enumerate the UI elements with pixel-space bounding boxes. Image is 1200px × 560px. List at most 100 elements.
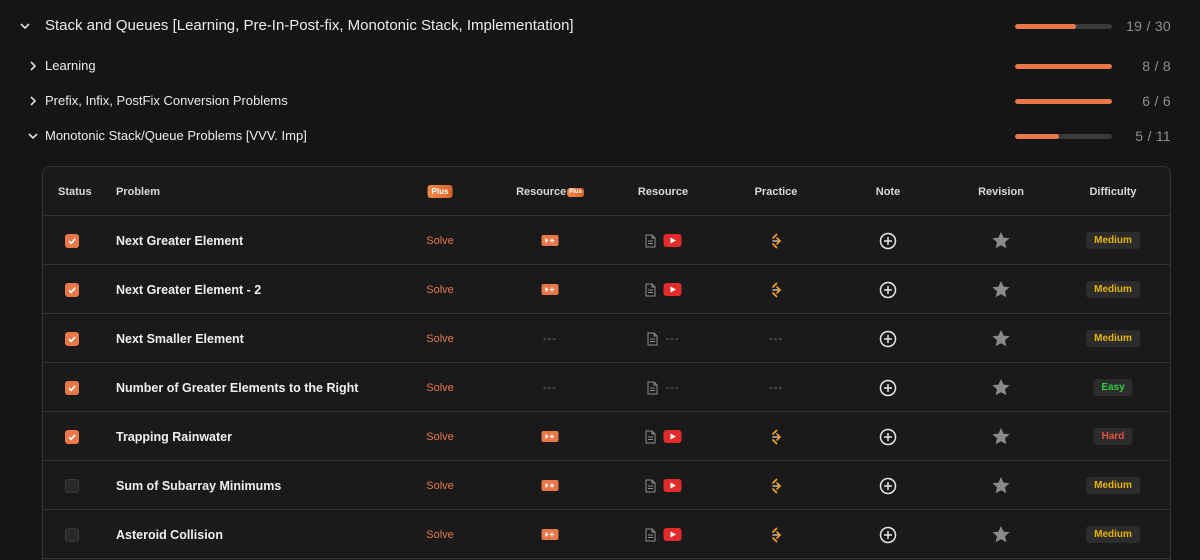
table-row: Number of Greater Elements to the Right …: [43, 363, 1170, 412]
add-note-icon[interactable]: [879, 477, 897, 495]
star-icon[interactable]: [991, 329, 1011, 348]
solve-link[interactable]: Solve: [426, 333, 454, 345]
section-stack-and-queues[interactable]: Stack and Queues [Learning, Pre-In-Post-…: [0, 14, 1200, 38]
resource-plus-cell: [541, 265, 559, 314]
plus-video-icon[interactable]: [541, 529, 559, 540]
progress-fill: [1015, 24, 1077, 29]
plus-video-icon[interactable]: [541, 235, 559, 246]
progress-fill: [1015, 134, 1060, 139]
article-icon[interactable]: [645, 234, 657, 248]
problems-table: Status Problem Plus Resource Plus Resourc…: [42, 166, 1171, 560]
plus-badge: Plus: [427, 185, 453, 198]
status-cell: [65, 412, 79, 461]
star-icon[interactable]: [991, 231, 1011, 250]
article-icon[interactable]: [645, 430, 657, 444]
problem-name[interactable]: Next Greater Element: [116, 234, 243, 248]
status-checkbox[interactable]: [65, 429, 79, 444]
revision-cell: [991, 314, 1011, 363]
problem-name[interactable]: Next Smaller Element: [116, 332, 244, 346]
article-icon[interactable]: [647, 381, 659, 395]
difficulty-badge: Medium: [1086, 330, 1140, 347]
star-icon[interactable]: [991, 427, 1011, 446]
status-checkbox[interactable]: [65, 233, 79, 248]
youtube-icon[interactable]: [663, 479, 682, 492]
plus-cell: Solve: [426, 216, 454, 265]
add-note-icon[interactable]: [879, 379, 897, 397]
difficulty-badge: Medium: [1086, 477, 1140, 494]
table-row: Next Smaller Element Solve --- --- --- M…: [43, 314, 1170, 363]
youtube-icon[interactable]: [663, 283, 682, 296]
header-note: Note: [875, 185, 901, 198]
header-resource: Resource: [637, 185, 689, 198]
difficulty-badge: Medium: [1086, 281, 1140, 298]
problem-cell: Next Greater Element - 2: [116, 265, 261, 314]
status-checkbox[interactable]: [65, 527, 79, 542]
practice-cell: ---: [769, 314, 783, 363]
problem-name[interactable]: Trapping Rainwater: [116, 430, 232, 444]
practice-icon[interactable]: [769, 527, 783, 543]
resource-cell: [645, 510, 682, 559]
star-icon[interactable]: [991, 476, 1011, 495]
add-note-icon[interactable]: [879, 428, 897, 446]
problem-name[interactable]: Next Greater Element - 2: [116, 283, 261, 297]
status-checkbox[interactable]: [65, 380, 79, 395]
section-learning[interactable]: Learning 8 / 8: [0, 54, 1200, 78]
section-title: Stack and Queues [Learning, Pre-In-Post-…: [45, 17, 574, 34]
solve-link[interactable]: Solve: [426, 431, 454, 443]
table-row: Sum of Subarray Minimums Solve Medium: [43, 461, 1170, 510]
problem-name[interactable]: Sum of Subarray Minimums: [116, 479, 281, 493]
revision-cell: [991, 510, 1011, 559]
resource-cell: [645, 461, 682, 510]
practice-icon[interactable]: [769, 429, 783, 445]
practice-icon[interactable]: [769, 233, 783, 249]
plus-video-icon[interactable]: [541, 284, 559, 295]
difficulty-badge: Hard: [1093, 428, 1133, 445]
solve-link[interactable]: Solve: [426, 480, 454, 492]
plus-cell: Solve: [426, 314, 454, 363]
add-note-icon[interactable]: [879, 281, 897, 299]
check-icon: [67, 334, 77, 344]
youtube-icon[interactable]: [663, 234, 682, 247]
practice-cell: [769, 510, 783, 559]
add-note-icon[interactable]: [879, 232, 897, 250]
solve-link[interactable]: Solve: [426, 529, 454, 541]
solve-link[interactable]: Solve: [426, 235, 454, 247]
header-revision: Revision: [978, 185, 1024, 198]
status-checkbox[interactable]: [65, 478, 79, 493]
article-icon[interactable]: [645, 283, 657, 297]
practice-icon[interactable]: [769, 478, 783, 494]
section-prefix-infix-postfix[interactable]: Prefix, Infix, PostFix Conversion Proble…: [0, 89, 1200, 113]
practice-icon[interactable]: [769, 282, 783, 298]
star-icon[interactable]: [991, 378, 1011, 397]
difficulty-cell: Medium: [1086, 216, 1140, 265]
article-icon[interactable]: [645, 528, 657, 542]
note-cell: [879, 461, 897, 510]
star-icon[interactable]: [991, 280, 1011, 299]
plus-video-icon[interactable]: [541, 431, 559, 442]
problem-name[interactable]: Asteroid Collision: [116, 528, 223, 542]
youtube-icon[interactable]: [663, 528, 682, 541]
resource-plus-cell: ---: [543, 363, 557, 412]
status-cell: [65, 314, 79, 363]
note-cell: [879, 265, 897, 314]
header-status: Status: [58, 185, 92, 198]
status-checkbox[interactable]: [65, 331, 79, 346]
plus-video-icon[interactable]: [541, 480, 559, 491]
solve-link[interactable]: Solve: [426, 284, 454, 296]
youtube-icon[interactable]: [663, 430, 682, 443]
resource-plus-cell: [541, 216, 559, 265]
section-count: 5 / 11: [1135, 128, 1171, 144]
star-icon[interactable]: [991, 525, 1011, 544]
article-icon[interactable]: [647, 332, 659, 346]
article-icon[interactable]: [645, 479, 657, 493]
solve-link[interactable]: Solve: [426, 382, 454, 394]
difficulty-badge: Easy: [1093, 379, 1133, 396]
status-cell: [65, 461, 79, 510]
section-monotonic-stack[interactable]: Monotonic Stack/Queue Problems [VVV. Imp…: [0, 124, 1200, 148]
add-note-icon[interactable]: [879, 526, 897, 544]
difficulty-cell: Medium: [1086, 461, 1140, 510]
problem-name[interactable]: Number of Greater Elements to the Right: [116, 381, 358, 395]
status-checkbox[interactable]: [65, 282, 79, 297]
add-note-icon[interactable]: [879, 330, 897, 348]
practice-empty: ---: [769, 332, 783, 345]
